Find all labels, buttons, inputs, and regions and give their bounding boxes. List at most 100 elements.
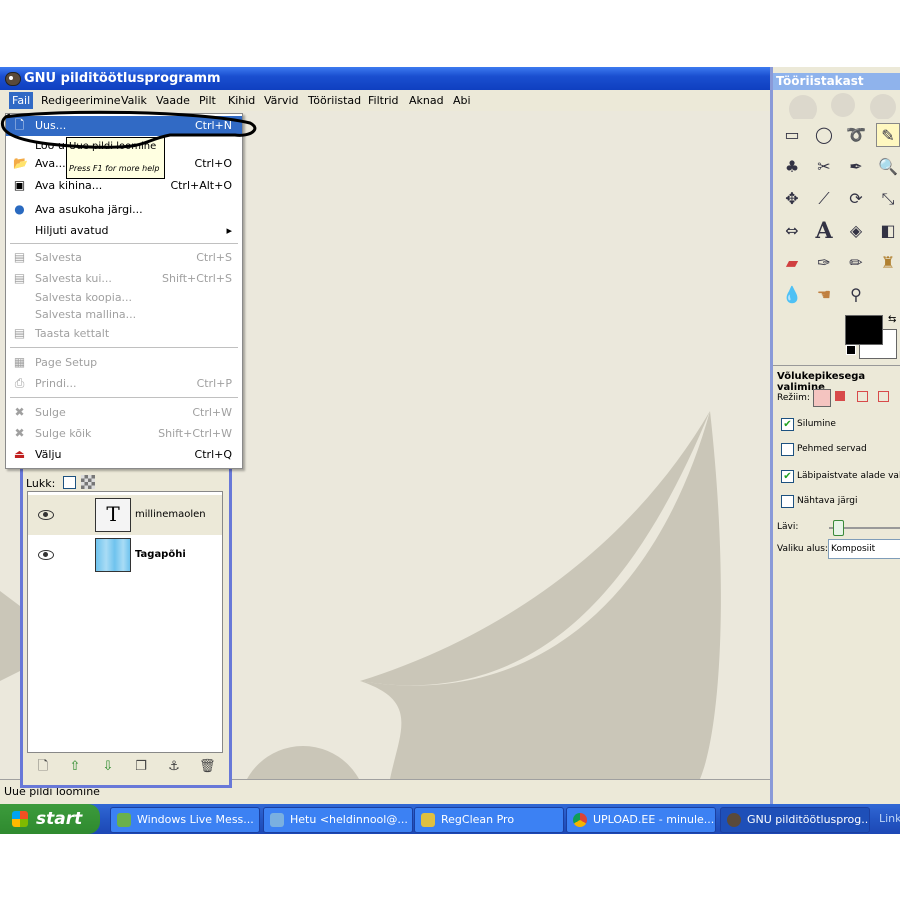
mode-intersect-icon[interactable] bbox=[878, 391, 889, 402]
crop-icon[interactable]: ⟋ bbox=[812, 187, 836, 211]
ellipse-select-icon[interactable]: ◯ bbox=[812, 123, 836, 147]
text-layer-thumbnail-icon: T bbox=[95, 498, 131, 532]
printer-icon: ⎙ bbox=[14, 376, 25, 390]
links-toolbar-label[interactable]: Links bbox=[879, 812, 900, 825]
flip-icon[interactable]: ⇔ bbox=[780, 219, 804, 243]
menu-item-revert[interactable]: ▤ Taasta kettalt bbox=[6, 324, 242, 344]
rotate-icon[interactable]: ⟳ bbox=[844, 187, 868, 211]
lasso-icon[interactable]: ➰ bbox=[844, 123, 868, 147]
menu-separator bbox=[10, 347, 238, 348]
layers-list: T millinemaolen Tagapõhi bbox=[27, 491, 223, 753]
menu-item-print[interactable]: ⎙ Prindi... Ctrl+P bbox=[6, 374, 242, 394]
contact-icon bbox=[270, 813, 284, 827]
dodge-burn-icon[interactable]: ⚲ bbox=[844, 283, 868, 307]
checkerboard-icon bbox=[81, 475, 95, 489]
menu-item-close[interactable]: ✖ Sulge Ctrl+W bbox=[6, 403, 242, 423]
gimp-logo-icon bbox=[5, 72, 21, 86]
menu-item-page-setup[interactable]: ▦ Page Setup bbox=[6, 353, 242, 373]
menu-help[interactable]: Abi bbox=[453, 94, 471, 107]
duplicate-layer-icon[interactable]: ❐ bbox=[133, 759, 149, 775]
default-colors-icon[interactable] bbox=[846, 345, 856, 355]
scissors-select-icon[interactable]: ✂ bbox=[812, 155, 836, 179]
ink-icon[interactable]: ✏ bbox=[844, 251, 868, 275]
text-tool-icon[interactable]: A bbox=[812, 219, 836, 243]
menu-item-open-recent[interactable]: Hiljuti avatud ▸ bbox=[6, 221, 242, 241]
menu-filters[interactable]: Filtrid bbox=[368, 94, 399, 107]
threshold-slider-handle[interactable] bbox=[833, 520, 844, 536]
menu-colors[interactable]: Värvid bbox=[264, 94, 298, 107]
taskbar-item-hetu[interactable]: Hetu <heldinnool@... bbox=[263, 807, 413, 833]
layers-dock: Lukk: T millinemaolen Tagapõhi 🗋 ⇧ ⇩ ❐ ⚓… bbox=[20, 463, 232, 788]
window-title: GNU pilditöötlusprogramm bbox=[24, 71, 221, 86]
menu-item-save-as[interactable]: ▤ Salvesta kui... Shift+Ctrl+S bbox=[6, 269, 242, 289]
select-by-dropdown[interactable]: Komposiit bbox=[828, 539, 900, 559]
layer-row[interactable]: Tagapõhi bbox=[28, 535, 222, 575]
main-titlebar[interactable]: GNU pilditöötlusprogramm bbox=[0, 67, 770, 90]
gradient-icon[interactable]: ◧ bbox=[876, 219, 900, 243]
taskbar-item-upload[interactable]: UPLOAD.EE - minule... bbox=[566, 807, 716, 833]
airbrush-icon[interactable]: ✑ bbox=[812, 251, 836, 275]
smudge-icon[interactable]: ☚ bbox=[812, 283, 836, 307]
select-by-color-icon[interactable]: ♣ bbox=[780, 155, 804, 179]
toolbox-titlebar[interactable]: Tööriistakast bbox=[773, 73, 900, 90]
rect-select-icon[interactable]: ▭ bbox=[780, 123, 804, 147]
clone-stamp-icon[interactable]: ♜ bbox=[876, 251, 900, 275]
sample-merged-checkbox[interactable] bbox=[781, 495, 794, 508]
open-layer-icon: ▣ bbox=[13, 178, 26, 192]
feather-label: Pehmed servad bbox=[797, 444, 867, 454]
toolbox-window: Tööriistakast ▭ ◯ ➰ ✎ ♣ ✂ ✒ 🔍 ✥ ⟋ ⟳ ⤡ ⇔ … bbox=[770, 67, 900, 804]
mode-replace-icon[interactable] bbox=[813, 389, 831, 407]
paths-icon[interactable]: ✒ bbox=[844, 155, 868, 179]
regclean-icon bbox=[421, 813, 435, 827]
globe-icon: ● bbox=[14, 202, 25, 216]
menu-item-save-template[interactable]: Salvesta mallina... bbox=[6, 305, 242, 325]
delete-layer-icon[interactable]: 🗑 bbox=[199, 759, 216, 775]
revert-icon: ▤ bbox=[13, 326, 26, 340]
move-icon[interactable]: ✥ bbox=[780, 187, 804, 211]
taskbar-item-regclean[interactable]: RegClean Pro bbox=[414, 807, 564, 833]
magic-wand-icon[interactable]: ✎ bbox=[876, 123, 900, 147]
eye-icon[interactable] bbox=[38, 550, 54, 560]
messenger-icon bbox=[117, 813, 131, 827]
layer-row[interactable]: T millinemaolen bbox=[28, 495, 222, 535]
transparent-areas-checkbox[interactable]: ✔ bbox=[781, 470, 794, 483]
windows-logo-icon bbox=[12, 811, 28, 827]
scale-icon[interactable]: ⤡ bbox=[876, 187, 900, 211]
swap-colors-icon[interactable]: ⇆ bbox=[888, 314, 896, 325]
menu-windows[interactable]: Aknad bbox=[409, 94, 444, 107]
antialias-checkbox[interactable]: ✔ bbox=[781, 418, 794, 431]
menu-item-save[interactable]: ▤ Salvesta Ctrl+S bbox=[6, 248, 242, 268]
menu-item-open-location[interactable]: ● Ava asukoha järgi... bbox=[6, 200, 242, 220]
lower-layer-icon[interactable]: ⇩ bbox=[100, 759, 116, 775]
bucket-fill-icon[interactable]: ◈ bbox=[844, 219, 868, 243]
menu-item-quit[interactable]: ⏏ Välju Ctrl+Q bbox=[6, 445, 242, 465]
menu-item-open-as-layers[interactable]: ▣ Ava kihina... Ctrl+Alt+O bbox=[6, 176, 242, 196]
mode-label: Režiim: bbox=[777, 393, 810, 403]
foreground-color-swatch-front[interactable] bbox=[845, 315, 883, 345]
close-icon: ✖ bbox=[14, 405, 25, 419]
menu-separator bbox=[10, 243, 238, 244]
mode-subtract-icon[interactable] bbox=[857, 391, 868, 402]
quit-icon: ⏏ bbox=[13, 447, 26, 461]
lock-label: Lukk: bbox=[26, 477, 56, 490]
save-as-icon: ▤ bbox=[13, 271, 26, 285]
eraser-icon[interactable]: ▰ bbox=[780, 251, 804, 275]
start-button[interactable]: start bbox=[0, 804, 100, 834]
anchor-layer-icon[interactable]: ⚓ bbox=[166, 759, 182, 775]
eye-icon[interactable] bbox=[38, 510, 54, 520]
lock-alpha-checkbox[interactable] bbox=[63, 476, 76, 489]
raise-layer-icon[interactable]: ⇧ bbox=[67, 759, 83, 775]
menu-separator bbox=[10, 397, 238, 398]
menu-item-close-all[interactable]: ✖ Sulge kõik Shift+Ctrl+W bbox=[6, 424, 242, 444]
menu-tools[interactable]: Tööriistad bbox=[308, 94, 361, 107]
taskbar-item-gimp[interactable]: GNU pilditöötlusprog... bbox=[720, 807, 870, 833]
feather-checkbox[interactable] bbox=[781, 443, 794, 456]
taskbar-item-messenger[interactable]: Windows Live Mess... bbox=[110, 807, 260, 833]
layer-name: millinemaolen bbox=[135, 509, 206, 520]
blur-icon[interactable]: 💧 bbox=[780, 283, 804, 307]
windows-taskbar: start Windows Live Mess... Hetu <heldinn… bbox=[0, 804, 900, 834]
zoom-icon[interactable]: 🔍 bbox=[876, 155, 900, 179]
new-layer-icon[interactable]: 🗋 bbox=[35, 759, 51, 775]
hand-drawn-annotation bbox=[0, 110, 257, 149]
mode-add-icon[interactable] bbox=[835, 391, 845, 401]
